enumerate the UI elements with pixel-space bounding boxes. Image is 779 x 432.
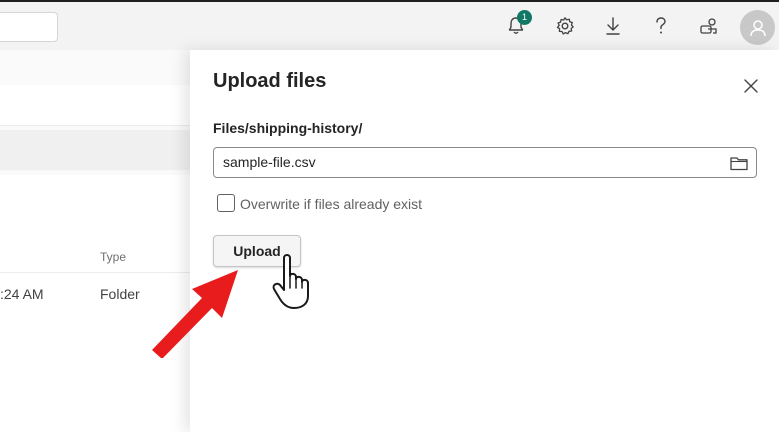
download-button[interactable]: [600, 13, 626, 39]
column-header-type: Type: [100, 250, 127, 264]
hand-cursor-icon: [272, 254, 309, 309]
destination-path: Files/shipping-history/: [213, 120, 363, 136]
search-input[interactable]: [0, 12, 58, 42]
background-workspace: [0, 50, 190, 432]
close-button[interactable]: [740, 75, 762, 97]
annotation-arrow-icon: [152, 270, 238, 358]
upload-files-panel: Upload files Files/shipping-history/ sam…: [152, 50, 779, 432]
account-avatar[interactable]: [740, 10, 775, 45]
background-header: [0, 130, 190, 170]
selected-file-name: sample-file.csv: [223, 154, 316, 170]
notification-badge: 1: [517, 10, 532, 25]
file-picker-input[interactable]: sample-file.csv: [213, 147, 757, 178]
gear-icon: [556, 17, 574, 35]
folder-icon[interactable]: [730, 155, 748, 171]
overwrite-checkbox[interactable]: [217, 194, 235, 212]
row-modified-time: :24 AM: [0, 286, 44, 302]
help-button[interactable]: [648, 13, 674, 39]
overwrite-label[interactable]: Overwrite if files already exist: [240, 196, 422, 212]
close-icon: [744, 79, 758, 93]
feedback-icon: [700, 18, 717, 34]
person-icon: [749, 19, 766, 36]
top-bar: 1: [0, 0, 779, 50]
feedback-button[interactable]: [696, 13, 722, 39]
panel-title: Upload files: [213, 70, 327, 92]
row-type: Folder: [100, 286, 140, 302]
background-toolbar: [0, 85, 190, 126]
download-icon: [606, 17, 620, 35]
settings-button[interactable]: [552, 13, 578, 39]
notifications-button[interactable]: 1: [503, 10, 532, 39]
help-icon: [656, 17, 666, 34]
